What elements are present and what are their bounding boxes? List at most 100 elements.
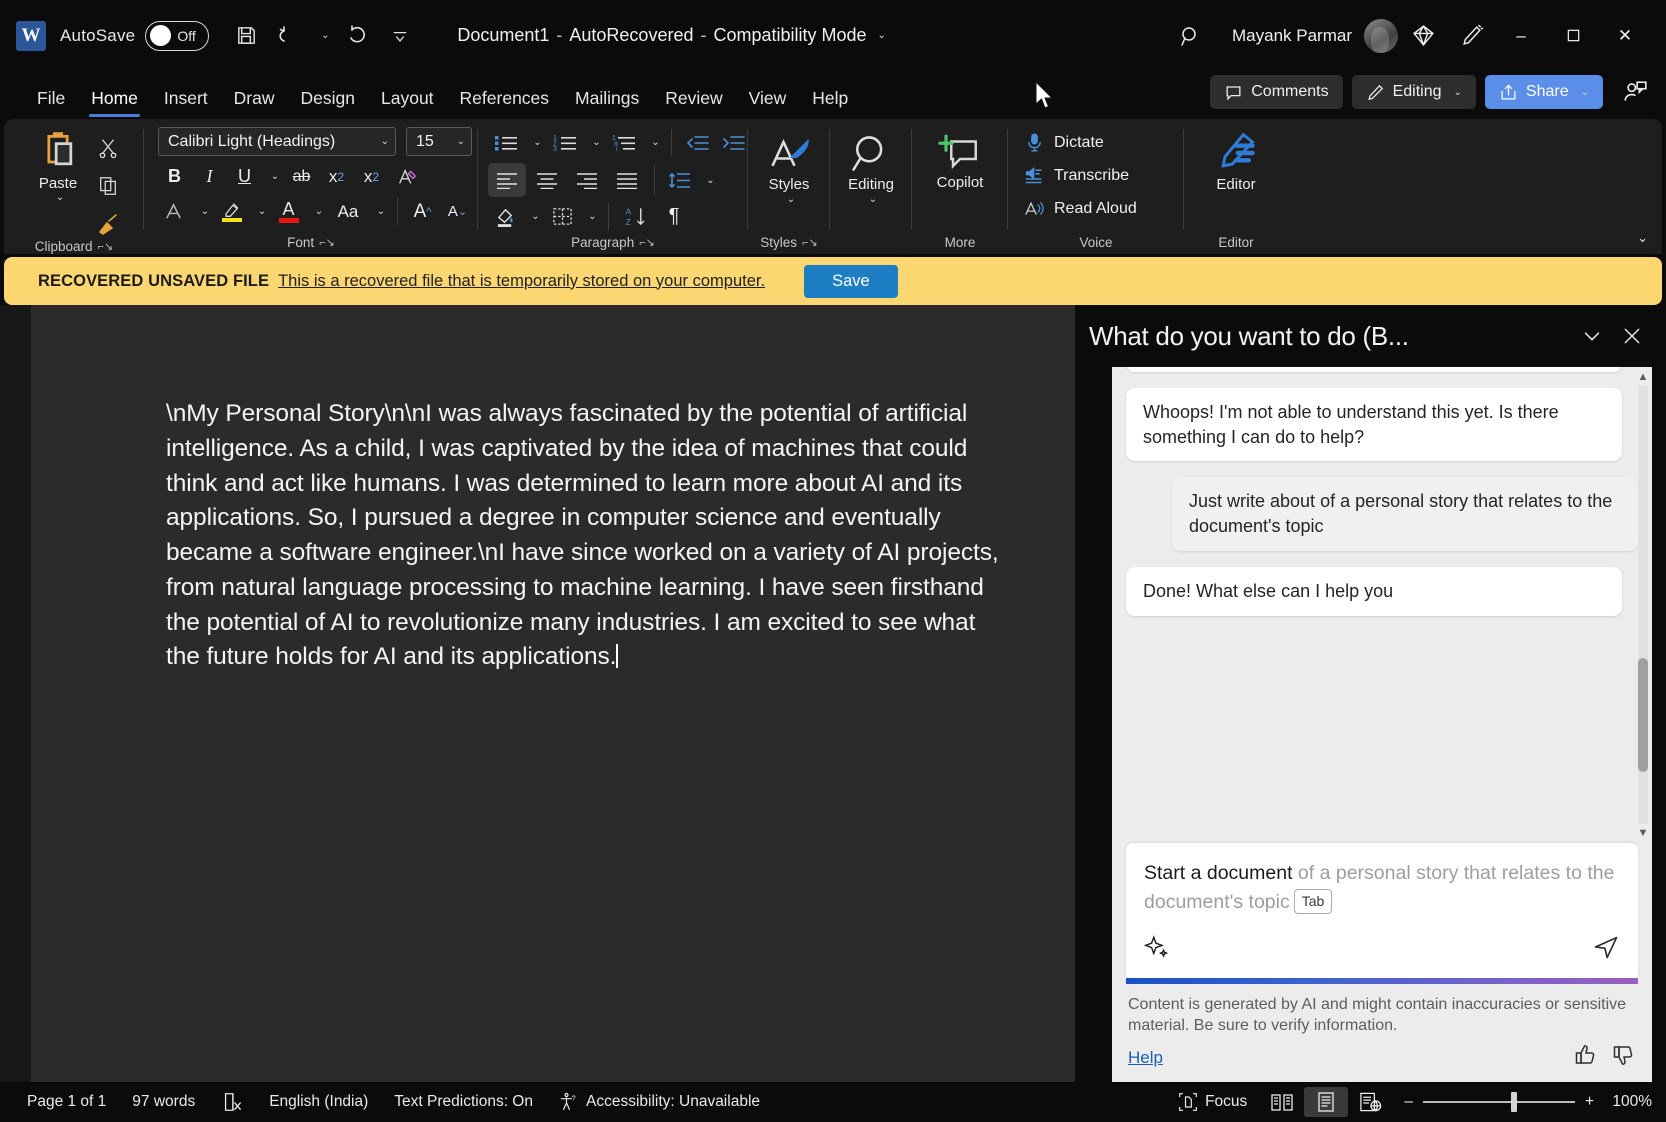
copilot-pro-diamond-icon[interactable] — [1400, 14, 1446, 58]
editor-button[interactable]: Editor — [1197, 127, 1275, 193]
font-size-combo[interactable]: 15⌄ — [406, 127, 472, 156]
strikethrough-button[interactable]: ab — [285, 161, 318, 192]
status-language[interactable]: English (India) — [256, 1087, 381, 1117]
chat-scrollbar[interactable]: ▲ ▼ — [1636, 371, 1650, 839]
scroll-up-arrow-icon[interactable]: ▲ — [1638, 371, 1649, 383]
collapse-ribbon-chevron-icon[interactable]: ⌄ — [1637, 230, 1648, 246]
status-accessibility[interactable]: ? Accessibility: Unavailable — [546, 1087, 773, 1117]
line-spacing-chevron-down-icon[interactable]: ⌄ — [699, 165, 718, 196]
underline-chevron-down-icon[interactable]: ⌄ — [263, 161, 283, 192]
avatar[interactable] — [1364, 19, 1398, 53]
status-text-predictions[interactable]: Text Predictions: On — [381, 1087, 546, 1117]
dictate-button[interactable]: Dictate — [1016, 126, 1112, 159]
change-case-button[interactable]: Aa — [329, 196, 367, 227]
shading-icon[interactable] — [488, 201, 522, 232]
align-right-icon[interactable] — [568, 163, 606, 197]
tab-review[interactable]: Review — [652, 84, 735, 119]
banner-save-button[interactable]: Save — [804, 265, 898, 298]
superscript-button[interactable]: x2 — [355, 161, 388, 192]
search-icon[interactable] — [1168, 16, 1212, 56]
format-painter-icon[interactable] — [93, 209, 123, 239]
line-spacing-icon[interactable] — [663, 165, 697, 196]
zoom-out-button[interactable]: – — [1404, 1093, 1413, 1111]
redo-icon[interactable] — [339, 17, 377, 55]
font-color-icon[interactable]: A — [272, 196, 305, 227]
status-page[interactable]: Page 1 of 1 — [14, 1087, 119, 1117]
highlight-chevron-down-icon[interactable]: ⌄ — [250, 196, 270, 227]
copilot-collapse-chevron-down-icon[interactable] — [1572, 316, 1612, 356]
tab-layout[interactable]: Layout — [368, 84, 447, 119]
text-effects-icon[interactable] — [158, 196, 191, 227]
tab-file[interactable]: File — [24, 84, 78, 119]
help-link[interactable]: Help — [1128, 1048, 1163, 1068]
undo-dropdown-icon[interactable]: ⌄ — [311, 17, 335, 55]
paragraph-dialog-launcher-icon[interactable]: ⌐↘ — [639, 236, 655, 249]
italic-button[interactable]: I — [193, 161, 226, 192]
font-name-combo[interactable]: Calibri Light (Headings)⌄ — [158, 127, 396, 156]
show-paragraph-marks-button[interactable]: ¶ — [657, 201, 691, 232]
copy-icon[interactable] — [93, 171, 123, 201]
text-highlight-icon[interactable] — [215, 196, 248, 227]
editing-group-button[interactable]: Editing ⌄ — [838, 127, 904, 205]
cut-scissors-icon[interactable] — [93, 133, 123, 163]
share-button[interactable]: Share ⌄ — [1485, 75, 1603, 109]
share-people-icon[interactable] — [1612, 70, 1658, 114]
paste-chevron-down-icon[interactable]: ⌄ — [56, 192, 64, 203]
multilevel-list-icon[interactable]: 1 a i — [606, 127, 642, 158]
shrink-font-icon[interactable]: A⌄ — [441, 196, 474, 227]
copilot-close-icon[interactable] — [1612, 316, 1652, 356]
chat-scroll-track[interactable] — [1638, 386, 1648, 824]
read-aloud-button[interactable]: Read Aloud — [1016, 192, 1145, 225]
document-title[interactable]: Document1 - AutoRecovered - Compatibilit… — [457, 25, 886, 46]
borders-icon[interactable] — [545, 201, 579, 232]
align-left-icon[interactable] — [488, 163, 526, 197]
zoom-slider[interactable]: – + — [1404, 1093, 1594, 1111]
copilot-button[interactable]: Copilot — [921, 127, 999, 191]
zoom-track[interactable] — [1423, 1101, 1575, 1103]
editing-group-chevron-down-icon[interactable]: ⌄ — [869, 194, 877, 205]
scroll-down-arrow-icon[interactable]: ▼ — [1638, 827, 1649, 839]
subscript-button[interactable]: x2 — [320, 161, 353, 192]
numbered-list-icon[interactable]: 1 2 3 — [547, 127, 583, 158]
font-dialog-launcher-icon[interactable]: ⌐↘ — [319, 236, 335, 249]
tab-mailings[interactable]: Mailings — [562, 84, 652, 119]
underline-button[interactable]: U — [228, 161, 261, 192]
increase-indent-icon[interactable] — [716, 127, 750, 158]
copilot-sparkle-icon[interactable] — [1144, 934, 1170, 965]
tab-design[interactable]: Design — [288, 84, 368, 119]
status-word-count[interactable]: 97 words — [119, 1087, 208, 1117]
bullet-chevron-down-icon[interactable]: ⌄ — [526, 127, 545, 158]
read-mode-icon[interactable] — [1260, 1087, 1304, 1117]
document-page[interactable]: \nMy Personal Story\n\nI was always fasc… — [31, 305, 1075, 1082]
customize-qat-icon[interactable] — [381, 17, 419, 55]
clipboard-dialog-launcher-icon[interactable]: ⌐↘ — [98, 240, 114, 253]
tab-view[interactable]: View — [736, 84, 800, 119]
borders-chevron-down-icon[interactable]: ⌄ — [581, 201, 600, 232]
zoom-in-button[interactable]: + — [1585, 1093, 1594, 1111]
send-icon[interactable] — [1592, 933, 1620, 966]
tab-references[interactable]: References — [447, 84, 563, 119]
undo-icon[interactable] — [269, 17, 307, 55]
paste-button[interactable]: Paste ⌄ — [25, 127, 91, 203]
banner-message[interactable]: This is a recovered file that is tempora… — [278, 272, 765, 291]
user-name[interactable]: Mayank Parmar — [1232, 26, 1352, 46]
zoom-thumb[interactable] — [1511, 1092, 1517, 1112]
copilot-input[interactable]: Start a document of a personal story tha… — [1126, 843, 1638, 978]
proofing-errors-icon[interactable] — [208, 1087, 256, 1117]
print-layout-icon[interactable] — [1304, 1087, 1348, 1117]
maximize-button[interactable] — [1548, 13, 1598, 59]
styles-button[interactable]: Styles ⌄ — [756, 127, 822, 205]
thumbs-down-icon[interactable] — [1612, 1043, 1636, 1072]
styles-chevron-down-icon[interactable]: ⌄ — [787, 194, 795, 205]
grow-font-icon[interactable]: A^ — [406, 196, 439, 227]
close-button[interactable]: ✕ — [1600, 13, 1650, 59]
bullet-list-icon[interactable] — [488, 127, 524, 158]
numbered-chevron-down-icon[interactable]: ⌄ — [585, 127, 604, 158]
zoom-level[interactable]: 100% — [1606, 1093, 1652, 1111]
sort-icon[interactable]: AZ — [617, 201, 655, 232]
chat-scroll-thumb[interactable] — [1638, 658, 1648, 772]
justify-icon[interactable] — [608, 163, 646, 197]
editing-chevron-down-icon[interactable]: ⌄ — [1454, 87, 1462, 98]
transcribe-button[interactable]: Transcribe — [1016, 159, 1137, 192]
multilevel-chevron-down-icon[interactable]: ⌄ — [644, 127, 663, 158]
